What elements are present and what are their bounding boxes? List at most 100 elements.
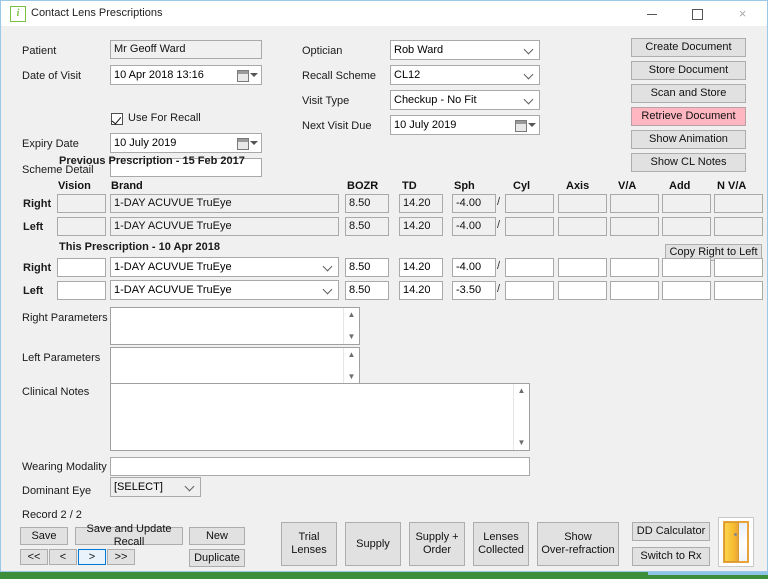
trial-lenses-button[interactable]: Trial Lenses (281, 522, 337, 566)
nav-next-button[interactable]: > (78, 549, 106, 565)
contact-lens-prescriptions-window: i Contact Lens Prescriptions × Patient M… (0, 0, 768, 572)
save-button[interactable]: Save (20, 527, 68, 545)
current-right-va[interactable] (610, 258, 659, 277)
previous-left-cyl[interactable] (505, 217, 554, 236)
left-parameters-scrollbar[interactable]: ▲ ▼ (343, 348, 359, 384)
scroll-down-icon[interactable]: ▼ (514, 436, 529, 450)
current-left-nva[interactable] (714, 281, 763, 300)
current-left-brand-select[interactable]: 1-DAY ACUVUE TruEye (110, 280, 339, 300)
current-right-sph[interactable]: -4.00 (452, 258, 496, 277)
previous-left-brand[interactable]: 1-DAY ACUVUE TruEye (110, 217, 339, 236)
minimize-button[interactable] (629, 1, 674, 26)
supply-button[interactable]: Supply (345, 522, 401, 566)
create-document-button[interactable]: Create Document (631, 38, 746, 57)
clinical-notes-textarea[interactable]: ▲ ▼ (110, 383, 530, 451)
nav-first-button[interactable]: << (20, 549, 48, 565)
previous-right-sph[interactable]: -4.00 (452, 194, 496, 213)
dd-calculator-button[interactable]: DD Calculator (632, 522, 710, 541)
current-left-axis[interactable] (558, 281, 607, 300)
maximize-button[interactable] (675, 1, 720, 26)
right-parameters-scrollbar[interactable]: ▲ ▼ (343, 308, 359, 344)
current-right-axis[interactable] (558, 258, 607, 277)
previous-right-td[interactable]: 14.20 (399, 194, 443, 213)
wearing-modality-field[interactable] (110, 457, 530, 476)
right-parameters-textarea[interactable]: ▲ ▼ (110, 307, 360, 345)
close-button[interactable]: × (720, 1, 765, 26)
duplicate-button[interactable]: Duplicate (189, 549, 245, 567)
previous-right-va[interactable] (610, 194, 659, 213)
previous-left-vision[interactable] (57, 217, 106, 236)
next-visit-due-label: Next Visit Due (302, 120, 372, 132)
show-animation-button[interactable]: Show Animation (631, 130, 746, 149)
date-of-visit-picker[interactable]: 10 Apr 2018 13:16 (110, 65, 262, 85)
switch-to-rx-button[interactable]: Switch to Rx (632, 547, 710, 566)
show-over-refraction-button[interactable]: Show Over-refraction (537, 522, 619, 566)
supply-order-button[interactable]: Supply + Order (409, 522, 465, 566)
expiry-date-label: Expiry Date (22, 138, 79, 150)
previous-row-right-label: Right (23, 198, 52, 210)
expiry-date-picker[interactable]: 10 July 2019 (110, 133, 262, 153)
scroll-down-icon[interactable]: ▼ (344, 330, 359, 344)
patient-field[interactable]: Mr Geoff Ward (110, 40, 262, 59)
current-right-td[interactable]: 14.20 (399, 258, 443, 277)
scroll-up-icon[interactable]: ▲ (344, 348, 359, 362)
dominant-eye-select[interactable]: [SELECT] (110, 477, 201, 497)
current-right-nva[interactable] (714, 258, 763, 277)
previous-left-axis[interactable] (558, 217, 607, 236)
current-left-va[interactable] (610, 281, 659, 300)
scan-and-store-button[interactable]: Scan and Store (631, 84, 746, 103)
column-header-bozr: BOZR (347, 180, 379, 192)
current-left-td[interactable]: 14.20 (399, 281, 443, 300)
exit-door-icon[interactable] (718, 517, 754, 567)
chevron-down-icon (525, 94, 534, 103)
previous-row-left-label: Left (23, 221, 44, 233)
scroll-up-icon[interactable]: ▲ (344, 308, 359, 322)
door-panel (724, 522, 739, 562)
scroll-down-icon[interactable]: ▼ (344, 370, 359, 384)
previous-right-add[interactable] (662, 194, 711, 213)
clinical-notes-scrollbar[interactable]: ▲ ▼ (513, 384, 529, 450)
current-right-add[interactable] (662, 258, 711, 277)
column-header-vision: Vision (58, 180, 91, 192)
current-right-brand-select[interactable]: 1-DAY ACUVUE TruEye (110, 257, 339, 277)
current-left-bozr[interactable]: 8.50 (345, 281, 389, 300)
nav-prev-button[interactable]: < (49, 549, 77, 565)
use-for-recall-checkbox[interactable] (111, 113, 123, 125)
previous-right-bozr[interactable]: 8.50 (345, 194, 389, 213)
retrieve-document-button[interactable]: Retrieve Document (631, 107, 746, 126)
current-right-cyl[interactable] (505, 258, 554, 277)
visit-type-select[interactable]: Checkup - No Fit (390, 90, 540, 110)
previous-left-va[interactable] (610, 217, 659, 236)
current-left-sph[interactable]: -3.50 (452, 281, 496, 300)
previous-prescription-heading: Previous Prescription - 15 Feb 2017 (59, 155, 245, 167)
new-button[interactable]: New (189, 527, 245, 545)
column-header-cyl: Cyl (513, 180, 531, 192)
previous-left-bozr[interactable]: 8.50 (345, 217, 389, 236)
save-and-update-recall-button[interactable]: Save and Update Recall (75, 523, 183, 548)
nav-last-button[interactable]: >> (107, 549, 135, 565)
previous-left-nva[interactable] (714, 217, 763, 236)
left-parameters-textarea[interactable]: ▲ ▼ (110, 347, 360, 385)
previous-right-nva[interactable] (714, 194, 763, 213)
recall-scheme-value: CL12 (394, 69, 421, 81)
current-right-vision[interactable] (57, 258, 106, 277)
previous-left-td[interactable]: 14.20 (399, 217, 443, 236)
current-left-cyl[interactable] (505, 281, 554, 300)
previous-right-brand[interactable]: 1-DAY ACUVUE TruEye (110, 194, 339, 213)
store-document-button[interactable]: Store Document (631, 61, 746, 80)
current-right-bozr[interactable]: 8.50 (345, 258, 389, 277)
previous-left-sph[interactable]: -4.00 (452, 217, 496, 236)
current-left-vision[interactable] (57, 281, 106, 300)
scroll-up-icon[interactable]: ▲ (514, 384, 529, 398)
previous-left-add[interactable] (662, 217, 711, 236)
show-cl-notes-button[interactable]: Show CL Notes (631, 153, 746, 172)
next-visit-due-picker[interactable]: 10 July 2019 (390, 115, 540, 135)
current-left-add[interactable] (662, 281, 711, 300)
previous-right-vision[interactable] (57, 194, 106, 213)
previous-right-cyl[interactable] (505, 194, 554, 213)
column-header-axis: Axis (566, 180, 590, 192)
previous-right-axis[interactable] (558, 194, 607, 213)
optician-select[interactable]: Rob Ward (390, 40, 540, 60)
lenses-collected-button[interactable]: Lenses Collected (473, 522, 529, 566)
recall-scheme-select[interactable]: CL12 (390, 65, 540, 85)
